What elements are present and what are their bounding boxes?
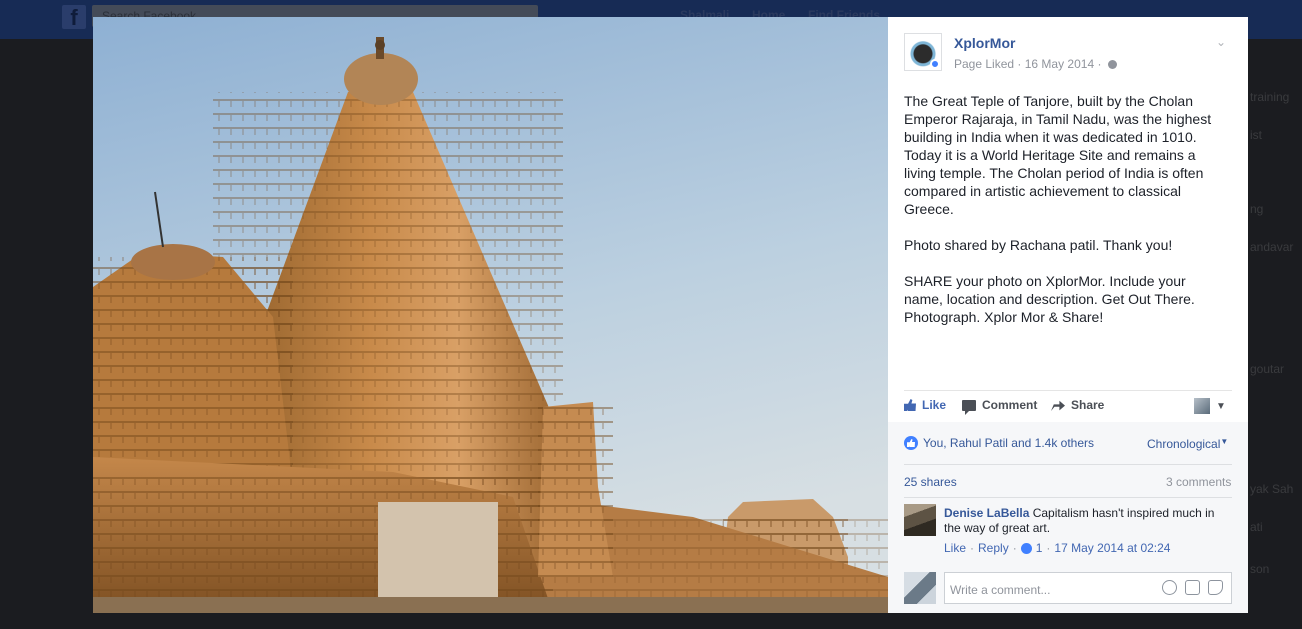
sidebar-fragment: ng bbox=[1250, 202, 1264, 216]
divider bbox=[904, 390, 1232, 391]
audience-selector[interactable]: ▼ bbox=[1194, 398, 1226, 414]
sidebar-fragment: ist bbox=[1250, 128, 1262, 142]
meta-separator: · bbox=[1017, 57, 1025, 71]
comment-like-button[interactable]: Like bbox=[944, 541, 966, 555]
chevron-down-icon[interactable]: ⌄ bbox=[1216, 35, 1226, 49]
like-button[interactable]: Like bbox=[904, 398, 946, 412]
camera-icon[interactable] bbox=[1185, 580, 1200, 595]
comment-timestamp[interactable]: 17 May 2014 at 02:24 bbox=[1054, 541, 1170, 555]
sidebar-fragment: ati bbox=[1250, 520, 1263, 534]
post-side-panel: XplorMor Page Liked · 16 May 2014 · ⌄ Th… bbox=[888, 17, 1248, 613]
comments-count[interactable]: 3 comments bbox=[1166, 475, 1231, 489]
post-meta: Page Liked · 16 May 2014 · bbox=[954, 57, 1117, 71]
comment-order-dropdown[interactable]: Chronological▼ bbox=[1147, 437, 1228, 451]
comment-composer: Write a comment... bbox=[904, 572, 1232, 604]
sidebar-fragment: son bbox=[1250, 562, 1270, 576]
sidebar-fragment: training bbox=[1250, 90, 1290, 104]
temple-photo bbox=[93, 17, 888, 613]
photo-viewer[interactable] bbox=[93, 17, 888, 613]
commenter-avatar[interactable] bbox=[904, 504, 936, 536]
comment-button[interactable]: Comment bbox=[962, 398, 1038, 415]
sticker-icon[interactable] bbox=[1208, 580, 1223, 595]
post-actions: Like Comment Share ▼ bbox=[904, 398, 1232, 418]
footer-separator: · bbox=[1012, 541, 1017, 555]
post-text: The Great Teple of Tanjore, built by the… bbox=[904, 93, 1212, 325]
meta-separator: · bbox=[1097, 57, 1105, 71]
comment-author[interactable]: Denise LaBella bbox=[944, 506, 1029, 520]
footer-separator: · bbox=[1046, 541, 1051, 555]
comment-order-label: Chronological bbox=[1147, 437, 1221, 451]
footer-separator: · bbox=[970, 541, 975, 555]
likers-text[interactable]: You, Rahul Patil and 1.4k others bbox=[923, 436, 1094, 450]
divider bbox=[904, 464, 1232, 465]
reactions-section: You, Rahul Patil and 1.4k others Chronol… bbox=[888, 422, 1248, 613]
share-icon bbox=[1051, 400, 1065, 411]
comment-icon bbox=[962, 399, 976, 415]
share-button[interactable]: Share bbox=[1051, 398, 1104, 412]
like-label: Like bbox=[922, 398, 947, 412]
page-name-link[interactable]: XplorMor bbox=[954, 35, 1015, 51]
like-reaction-icon bbox=[904, 436, 918, 450]
divider bbox=[904, 497, 1232, 498]
sidebar-fragment: yak Sah bbox=[1250, 482, 1294, 496]
user-avatar bbox=[904, 572, 936, 604]
comment-like-icon bbox=[1020, 542, 1032, 554]
like-icon bbox=[904, 399, 916, 411]
facebook-logo-icon[interactable]: f bbox=[62, 5, 86, 30]
comment-input[interactable]: Write a comment... bbox=[944, 572, 1232, 604]
page-liked-status: Page Liked bbox=[954, 57, 1015, 71]
shares-count[interactable]: 25 shares bbox=[904, 475, 957, 489]
comment-like-count[interactable]: 1 bbox=[1036, 541, 1043, 555]
comment-body: Denise LaBella Capitalism hasn't inspire… bbox=[944, 506, 1232, 536]
caret-down-icon: ▼ bbox=[1220, 437, 1229, 446]
share-label: Share bbox=[1071, 398, 1105, 412]
verified-dot-icon bbox=[930, 59, 940, 69]
likers-summary[interactable]: You, Rahul Patil and 1.4k others bbox=[904, 436, 1094, 450]
sidebar-fragment: goutar bbox=[1250, 362, 1285, 376]
composer-icons bbox=[1162, 580, 1223, 595]
comment-input-placeholder: Write a comment... bbox=[950, 583, 1051, 597]
caret-down-icon: ▼ bbox=[1216, 400, 1226, 412]
sidebar-fragment: andavar bbox=[1250, 240, 1294, 254]
comment-reply-button[interactable]: Reply bbox=[978, 541, 1009, 555]
comment-footer: Like · Reply · 1 · 17 May 2014 at 02:24 bbox=[944, 541, 1170, 555]
post-date[interactable]: 16 May 2014 bbox=[1025, 57, 1094, 71]
audience-icon bbox=[1194, 398, 1210, 414]
comment-label: Comment bbox=[982, 398, 1038, 412]
globe-icon bbox=[1107, 60, 1117, 70]
smile-icon[interactable] bbox=[1162, 580, 1177, 595]
